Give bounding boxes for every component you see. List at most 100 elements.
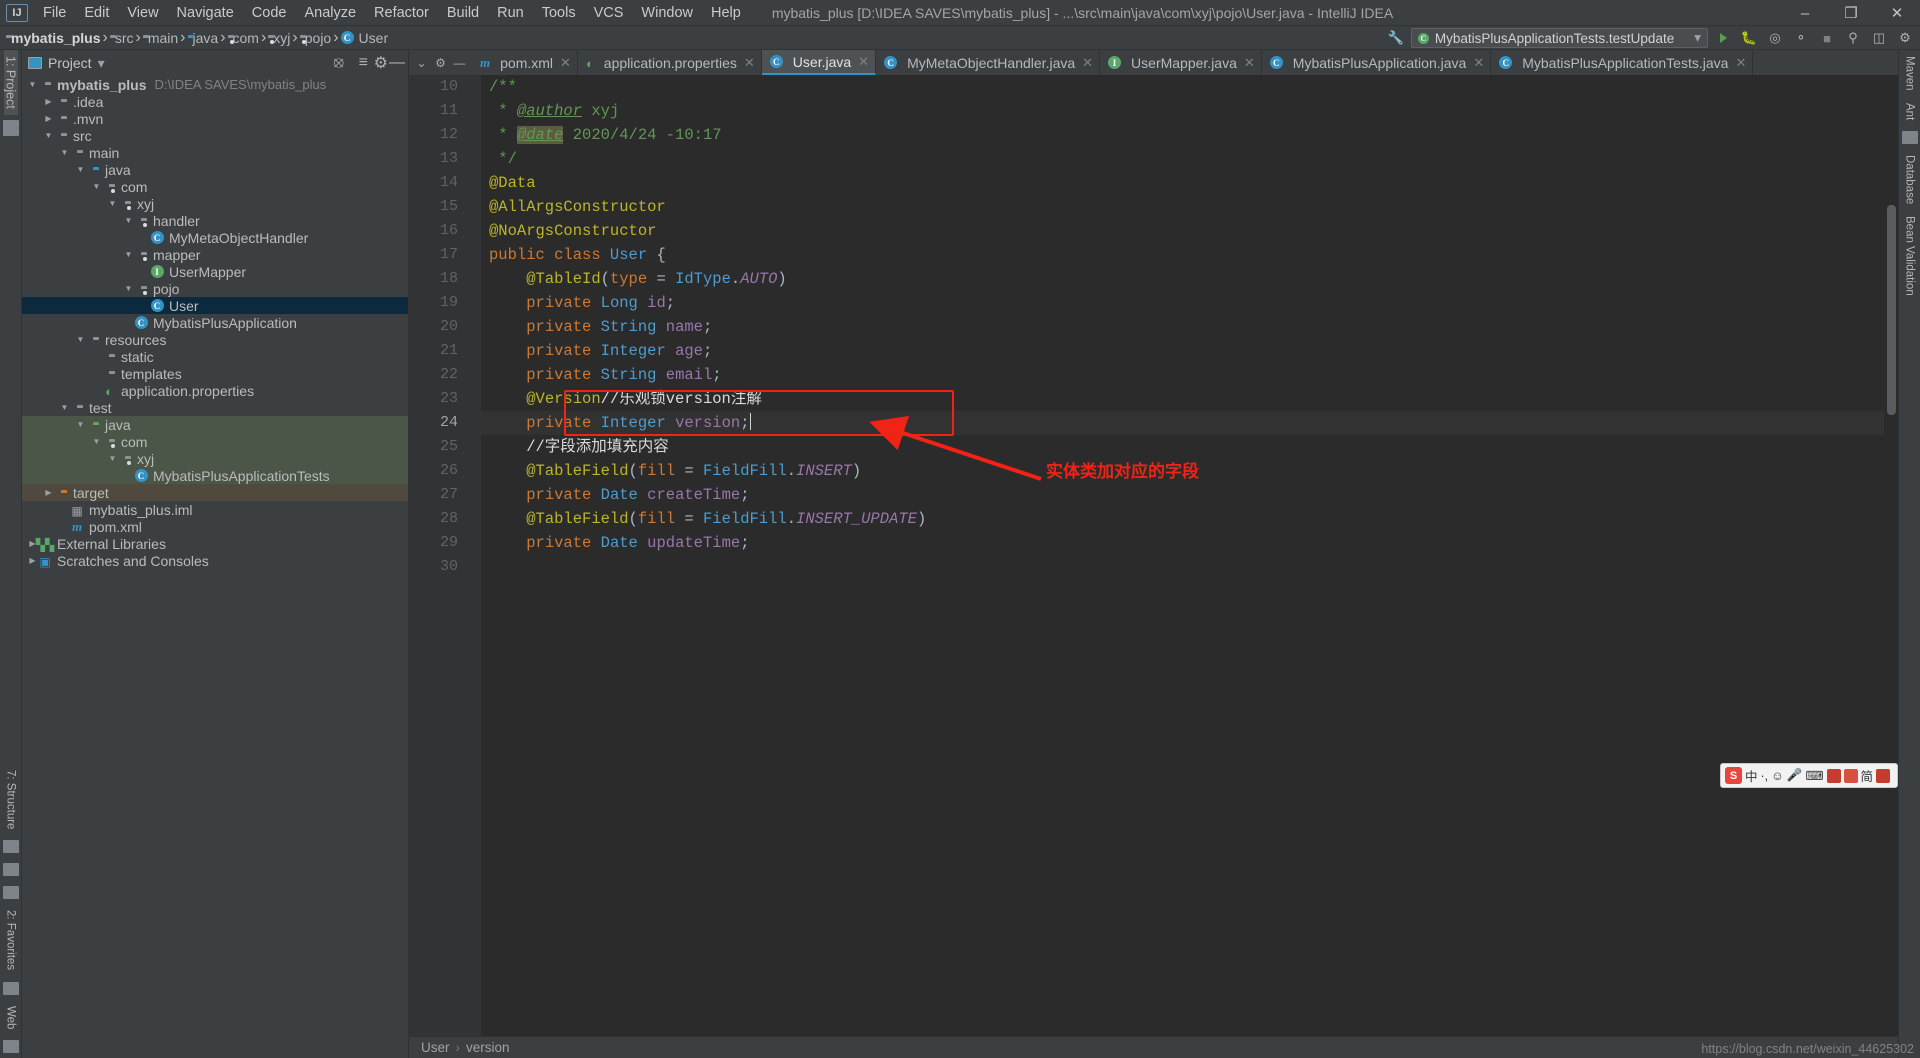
editor-tab-user-java[interactable]: C User.java ✕ (761, 50, 877, 75)
code-line[interactable]: /** (481, 75, 1884, 99)
breadcrumb-item-mybatis_plus[interactable]: mybatis_plus (4, 30, 102, 46)
code-line[interactable]: private String name; (481, 315, 1884, 339)
fold-gutter[interactable] (467, 75, 481, 1036)
close-icon[interactable]: ✕ (1244, 55, 1255, 71)
chevron-down-icon[interactable]: ▼ (74, 420, 87, 429)
left-tool-rail[interactable]: 1: Project 7: Structure 2: Favorites Web (0, 50, 22, 1058)
code-line[interactable]: private Long id; (481, 291, 1884, 315)
tree-node-resources[interactable]: ▼ resources (22, 331, 408, 348)
menu-item-window[interactable]: Window (632, 3, 702, 23)
editor-breadcrumb-field[interactable]: version (466, 1040, 510, 1055)
tree-node-mapper[interactable]: ▼ mapper (22, 246, 408, 263)
menu-item-run[interactable]: Run (488, 3, 533, 23)
run-button[interactable] (1712, 28, 1734, 48)
run-configuration-selector[interactable]: C MybatisPlusApplicationTests.testUpdate… (1410, 28, 1708, 48)
close-icon[interactable]: ✕ (1473, 55, 1484, 71)
sidebar-item-ant[interactable]: Ant (1904, 97, 1916, 126)
tree-node-java[interactable]: ▼ java (22, 161, 408, 178)
code-line[interactable]: public class User { (481, 243, 1884, 267)
ime-toolbox-icon[interactable] (1826, 768, 1841, 783)
code-line[interactable]: @NoArgsConstructor (481, 219, 1884, 243)
chevron-right-icon[interactable]: ▶ (26, 556, 39, 565)
minimize-button[interactable]: – (1782, 0, 1828, 26)
code-line[interactable]: @TableField(fill = FieldFill.INSERT_UPDA… (481, 507, 1884, 531)
tree-node-user[interactable]: C User (22, 297, 408, 314)
commit-icon[interactable] (2, 886, 19, 900)
project-tree[interactable]: ▼ mybatis_plus D:\IDEA SAVES\mybatis_plus ▶… (22, 76, 408, 1058)
editor-tab-usermapper-java[interactable]: I UserMapper.java ✕ (1100, 50, 1262, 75)
code-line[interactable]: private Date createTime; (481, 483, 1884, 507)
sidebar-item-structure[interactable]: 7: Structure (5, 764, 17, 835)
tree-node-handler[interactable]: ▼ handler (22, 212, 408, 229)
ime-grid-icon[interactable] (1876, 768, 1891, 783)
code-line[interactable]: * @author xyj (481, 99, 1884, 123)
locate-icon[interactable]: ⦻ (333, 54, 344, 72)
editor-tab-mybatisplusapplicationtests-java[interactable]: C MybatisPlusApplicationTests.java ✕ (1491, 50, 1754, 75)
chevron-down-icon[interactable]: ▼ (42, 131, 55, 140)
editor-scrollbar[interactable] (1884, 75, 1898, 1036)
sidebar-item-project[interactable]: 1: Project (3, 50, 18, 115)
chevron-down-icon[interactable]: ▼ (122, 250, 135, 259)
chevron-down-icon[interactable]: ▼ (26, 80, 39, 89)
menu-item-edit[interactable]: Edit (75, 3, 118, 23)
tree-node--mvn[interactable]: ▶ .mvn (22, 110, 408, 127)
expand-icon[interactable]: ⌄ (413, 54, 430, 71)
editor-tab-tools[interactable]: ⌄ ⚙ — (409, 50, 472, 75)
layout-icon[interactable]: ◫ (1868, 28, 1890, 48)
code-line[interactable]: @AllArgsConstructor (481, 195, 1884, 219)
tree-node-target[interactable]: ▶ target (22, 484, 408, 501)
editor-breadcrumb-class[interactable]: User (421, 1040, 450, 1055)
tree-node-mymetaobjecthandler[interactable]: C MyMetaObjectHandler (22, 229, 408, 246)
editor-tab-mybatisplusapplication-java[interactable]: C MybatisPlusApplication.java ✕ (1261, 50, 1492, 75)
chevron-down-icon[interactable]: ▾ (98, 55, 105, 72)
tree-node-xyj[interactable]: ▼ xyj (22, 195, 408, 212)
gear-icon[interactable]: ⚙ (374, 53, 388, 73)
code-line[interactable]: //字段添加填充内容 (481, 435, 1884, 459)
chevron-down-icon[interactable]: ▼ (58, 403, 71, 412)
close-icon[interactable]: ✕ (858, 54, 869, 70)
chevron-down-icon[interactable]: ▼ (74, 165, 87, 174)
menu-bar[interactable]: File Edit View Navigate Code Analyze Refactor B… (34, 3, 750, 23)
sidebar-item-web[interactable]: Web (5, 1000, 17, 1035)
ime-emoji-icon[interactable]: ☺ (1771, 769, 1784, 783)
window-controls[interactable]: – ❐ ✕ (1782, 0, 1920, 26)
menu-item-tools[interactable]: Tools (533, 3, 585, 23)
sidebar-item-favorites[interactable]: 2: Favorites (5, 904, 17, 976)
tree-node--idea[interactable]: ▶ .idea (22, 93, 408, 110)
menu-item-help[interactable]: Help (702, 3, 750, 23)
pin-icon[interactable]: ⚙ (432, 54, 449, 71)
close-icon[interactable]: ✕ (1082, 55, 1093, 71)
breadcrumb-item-src[interactable]: src (108, 30, 136, 46)
wrench-icon[interactable]: 🔧 (1385, 28, 1407, 48)
tree-node-java[interactable]: ▼ java (22, 416, 408, 433)
tree-node-mybatisplusapplication[interactable]: C MybatisPlusApplication (22, 314, 408, 331)
editor-breadcrumb[interactable]: User › version (409, 1036, 1898, 1058)
tree-node-mybatis-plus-iml[interactable]: ▦ mybatis_plus.iml (22, 501, 408, 518)
chevron-down-icon[interactable]: ▼ (90, 437, 103, 446)
close-icon[interactable]: ✕ (1735, 55, 1746, 71)
ime-panel-icon[interactable] (1843, 768, 1858, 783)
breadcrumb-item-com[interactable]: com (226, 30, 261, 46)
menu-item-navigate[interactable]: Navigate (168, 3, 243, 23)
breadcrumb-item-main[interactable]: main (141, 30, 180, 46)
close-icon[interactable]: ✕ (744, 55, 755, 71)
code-line[interactable]: private Date updateTime; (481, 531, 1884, 555)
scrollbar-thumb[interactable] (1887, 205, 1896, 415)
menu-item-refactor[interactable]: Refactor (365, 3, 438, 23)
menu-item-analyze[interactable]: Analyze (295, 3, 365, 23)
database-small-icon[interactable] (2, 981, 19, 995)
sidebar-item-database[interactable]: Database (1904, 149, 1916, 210)
tree-node-usermapper[interactable]: I UserMapper (22, 263, 408, 280)
coverage-icon[interactable]: ◎ (1764, 28, 1786, 48)
camera-icon[interactable] (2, 863, 19, 877)
stop-icon[interactable]: ■ (1816, 28, 1838, 48)
collapse-all-icon[interactable]: ≡ (359, 54, 368, 72)
editor-tabs[interactable]: m pom.xml ✕ ◐ application.properties ✕ C User.j… (472, 50, 1754, 75)
tree-node-application-properties[interactable]: ◐ application.properties (22, 382, 408, 399)
close-button[interactable]: ✕ (1874, 0, 1920, 26)
tree-node-src[interactable]: ▼ src (22, 127, 408, 144)
chevron-down-icon[interactable]: ▼ (122, 216, 135, 225)
breadcrumb-item-pojo[interactable]: pojo (298, 30, 333, 46)
menu-item-code[interactable]: Code (243, 3, 296, 23)
code-text-area[interactable]: /** * @author xyj * @date 2020/4/24 -10:… (481, 75, 1884, 1036)
